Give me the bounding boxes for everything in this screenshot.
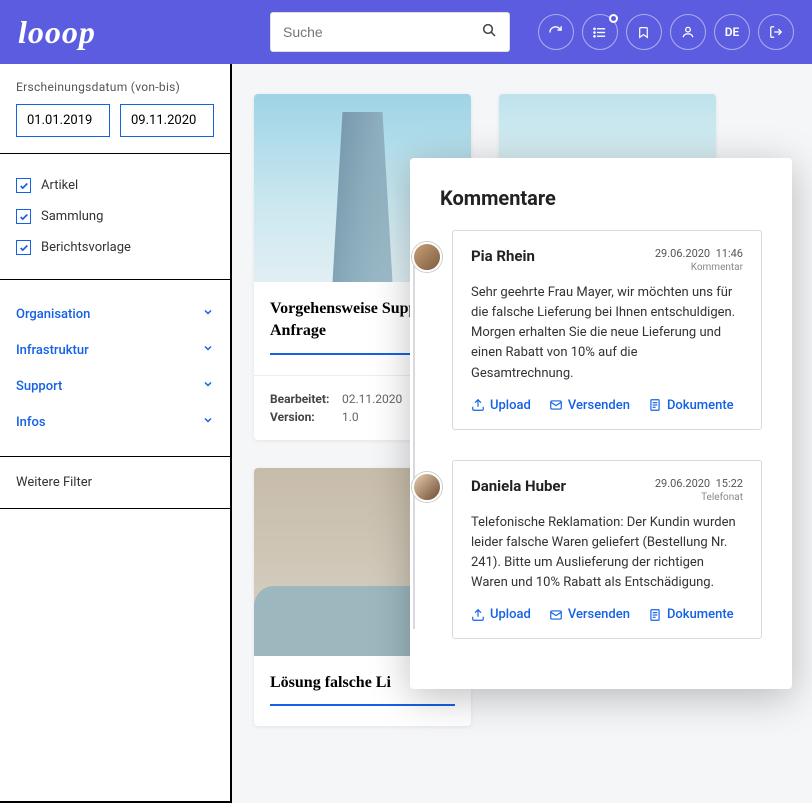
comment-type: Kommentar: [655, 262, 743, 273]
date-from-input[interactable]: 01.01.2019: [16, 104, 110, 137]
card-meta-label: Bearbeitet:: [270, 392, 332, 406]
action-label: Versenden: [568, 398, 630, 413]
search-field[interactable]: [270, 12, 510, 52]
action-label: Dokumente: [667, 398, 734, 413]
user-icon[interactable]: [670, 14, 706, 50]
send-button[interactable]: Versenden: [549, 607, 630, 622]
search-icon[interactable]: [481, 22, 497, 42]
checkbox-icon: [16, 240, 31, 255]
notification-dot-icon: [609, 14, 618, 23]
documents-button[interactable]: Dokumente: [648, 398, 734, 413]
action-label: Upload: [490, 398, 531, 413]
type-filter-section: Artikel Sammlung Berichtsvorlage: [0, 154, 230, 280]
comment-author: Daniela Huber: [471, 477, 566, 495]
card-meta-value: 1.0: [342, 410, 359, 424]
content-card-peek[interactable]: [499, 94, 716, 164]
logo: looop: [18, 14, 96, 51]
checkbox-icon: [16, 178, 31, 193]
card-meta-value: 02.11.2020: [342, 392, 402, 406]
list-icon[interactable]: [582, 14, 618, 50]
action-label: Versenden: [568, 607, 630, 622]
comment-timestamp: 29.06.2020 11:46 Kommentar: [655, 247, 743, 273]
category-infrastruktur[interactable]: Infrastruktur: [16, 332, 214, 368]
refresh-icon[interactable]: [538, 14, 574, 50]
upload-button[interactable]: Upload: [471, 607, 531, 622]
date-filter-section: Erscheinungsdatum (von-bis) 01.01.2019 0…: [0, 64, 230, 154]
header-actions: DE: [538, 14, 794, 50]
comment-timestamp: 29.06.2020 15:22 Telefonat: [655, 477, 743, 503]
bookmark-icon[interactable]: [626, 14, 662, 50]
comment-author: Pia Rhein: [471, 247, 535, 265]
upload-button[interactable]: Upload: [471, 398, 531, 413]
modal-title: Kommentare: [440, 186, 762, 210]
chevron-down-icon: [202, 306, 214, 322]
category-label: Infrastruktur: [16, 343, 89, 358]
comment-type: Telefonat: [655, 492, 743, 503]
more-filters[interactable]: Weitere Filter: [0, 457, 230, 509]
search-input[interactable]: [283, 24, 481, 40]
date-to-input[interactable]: 09.11.2020: [120, 104, 214, 137]
category-infos[interactable]: Infos: [16, 404, 214, 440]
action-label: Upload: [490, 607, 531, 622]
comment-item: Pia Rhein 29.06.2020 11:46 Kommentar Seh…: [412, 230, 762, 430]
checkbox-label: Berichtsvorlage: [41, 240, 131, 255]
checkbox-label: Sammlung: [41, 209, 103, 224]
avatar: [412, 242, 442, 272]
category-support[interactable]: Support: [16, 368, 214, 404]
comment-body: Sehr geehrte Frau Mayer, wir möchten uns…: [471, 283, 743, 384]
category-label: Infos: [16, 415, 46, 430]
category-filter-section: Organisation Infrastruktur Support Infos: [0, 280, 230, 457]
language-button[interactable]: DE: [714, 14, 750, 50]
checkbox-sammlung[interactable]: Sammlung: [16, 201, 214, 232]
filter-sidebar: Erscheinungsdatum (von-bis) 01.01.2019 0…: [0, 64, 232, 803]
category-label: Organisation: [16, 307, 90, 322]
checkbox-icon: [16, 209, 31, 224]
action-label: Dokumente: [667, 607, 734, 622]
date-filter-label: Erscheinungsdatum (von-bis): [16, 80, 214, 94]
category-organisation[interactable]: Organisation: [16, 296, 214, 332]
comment-body: Telefonische Reklamation: Der Kundin wur…: [471, 513, 743, 594]
logout-icon[interactable]: [758, 14, 794, 50]
checkbox-artikel[interactable]: Artikel: [16, 170, 214, 201]
card-meta-label: Version:: [270, 410, 332, 424]
comments-modal: Kommentare Pia Rhein 29.06.2020 11:46 Ko…: [410, 158, 792, 689]
send-button[interactable]: Versenden: [549, 398, 630, 413]
chevron-down-icon: [202, 378, 214, 394]
app-header: looop DE: [0, 0, 812, 64]
chevron-down-icon: [202, 342, 214, 358]
avatar: [412, 472, 442, 502]
comment-item: Daniela Huber 29.06.2020 15:22 Telefonat…: [412, 460, 762, 640]
checkbox-label: Artikel: [41, 178, 78, 193]
documents-button[interactable]: Dokumente: [648, 607, 734, 622]
chevron-down-icon: [202, 414, 214, 430]
category-label: Support: [16, 379, 62, 394]
checkbox-berichtsvorlage[interactable]: Berichtsvorlage: [16, 232, 214, 263]
